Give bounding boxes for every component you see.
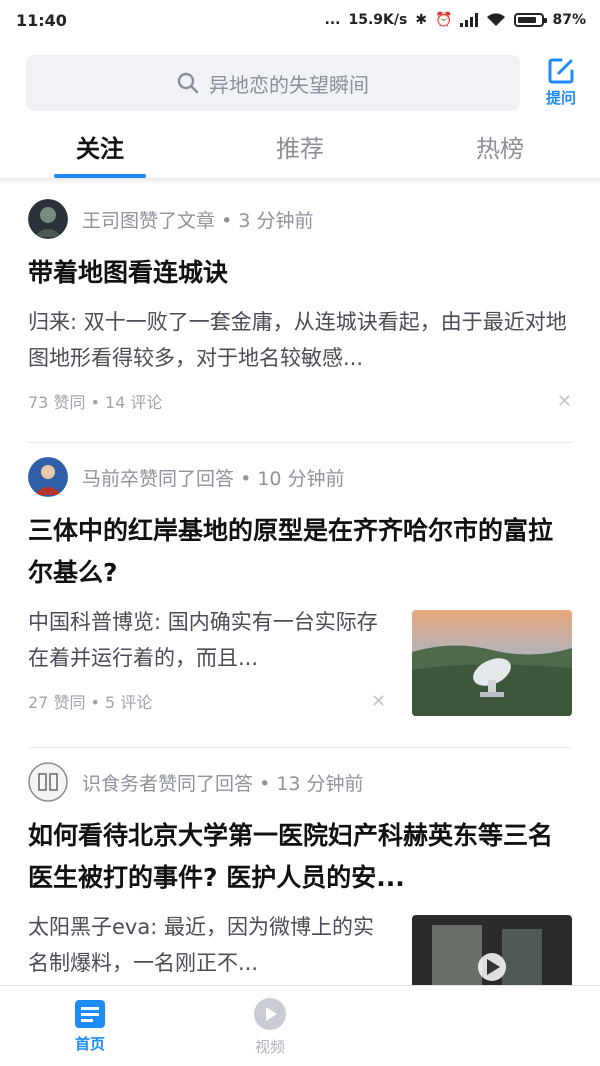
thumbnail-radio-telescope[interactable] <box>412 610 572 716</box>
tab-hot-list[interactable]: 热榜 <box>400 120 600 178</box>
nav-home[interactable]: 首页 <box>0 986 180 1066</box>
feed-card[interactable]: 王司图赞了文章 • 3 分钟前 带着地图看连城诀 归来: 双十一败了一套金庸，从… <box>0 184 600 442</box>
play-icon <box>254 997 286 1030</box>
card-body: 中国科普博览: 国内确实有一台实际存在着并运行着的，而且... 27 赞同 • … <box>28 594 572 726</box>
search-placeholder: 异地恋的失望瞬间 <box>209 72 369 97</box>
ask-label: 提问 <box>545 89 576 107</box>
search-bar[interactable]: 异地恋的失望瞬间 <box>26 55 520 111</box>
status-dots: ... <box>324 12 341 28</box>
avatar[interactable] <box>28 199 68 239</box>
feed-tabs: 关注 推荐 热榜 <box>0 120 600 178</box>
stats-text: 73 赞同 • 14 评论 <box>28 393 163 412</box>
tab-recommended[interactable]: 推荐 <box>200 120 400 178</box>
card-meta: 王司图赞了文章 • 3 分钟前 <box>28 184 572 254</box>
search-icon <box>177 72 199 94</box>
card-meta: 马前卒赞同了回答 • 10 分钟前 <box>28 442 572 512</box>
edit-icon <box>548 58 574 84</box>
card-stats: 27 赞同 • 5 评论 ✕ <box>28 676 386 726</box>
card-text: 太阳黑子eva: 最近，因为微博上的实名制爆料，一名刚正不... <box>28 899 386 981</box>
activity-text: 识食务者赞同了回答 • 13 分钟前 <box>82 772 364 795</box>
card-title[interactable]: 带着地图看连城诀 <box>28 252 572 294</box>
signal-icon <box>460 13 479 27</box>
card-excerpt[interactable]: 中国科普博览: 国内确实有一台实际存在着并运行着的，而且... <box>28 604 386 676</box>
nav-home-label: 首页 <box>74 1034 105 1053</box>
status-time: 11:40 <box>16 10 67 30</box>
tab-following[interactable]: 关注 <box>0 120 200 178</box>
nav-video[interactable]: 视频 <box>180 986 360 1066</box>
activity-text: 王司图赞了文章 • 3 分钟前 <box>82 209 314 232</box>
card-meta: 识食务者赞同了回答 • 13 分钟前 <box>28 747 572 817</box>
status-icons: ... 15.9K/s ✱ ⏰ 87% <box>325 12 587 28</box>
avatar[interactable] <box>28 762 68 802</box>
home-feed-icon <box>75 999 105 1028</box>
card-excerpt[interactable]: 归来: 双十一败了一套金庸，从连城诀看起，由于最近对地图地形看得较多，对于地名较… <box>28 304 572 376</box>
close-icon[interactable]: ✕ <box>371 691 386 712</box>
wifi-icon <box>487 13 506 26</box>
bottom-nav: 首页 视频 <box>0 985 600 1066</box>
feed-card[interactable]: 识食务者赞同了回答 • 13 分钟前 如何看待北京大学第一医院妇产科赫英东等三名… <box>0 747 600 1021</box>
card-title[interactable]: 如何看待北京大学第一医院妇产科赫英东等三名医生被打的事件? 医护人员的安... <box>28 815 572 899</box>
card-title[interactable]: 三体中的红岸基地的原型是在齐齐哈尔市的富拉尔基么? <box>28 510 572 594</box>
status-bar: 11:40 ... 15.9K/s ✱ ⏰ 87% <box>0 0 600 40</box>
bluetooth-icon: ✱ <box>415 12 428 28</box>
avatar[interactable] <box>28 457 68 497</box>
network-speed: 15.9K/s <box>348 12 408 28</box>
battery-percent: 87% <box>552 12 586 28</box>
feed-list: 王司图赞了文章 • 3 分钟前 带着地图看连城诀 归来: 双十一败了一套金庸，从… <box>0 184 600 1021</box>
card-stats: 73 赞同 • 14 评论 ✕ <box>28 376 572 426</box>
activity-text: 马前卒赞同了回答 • 10 分钟前 <box>82 467 345 490</box>
battery-icon <box>514 13 548 27</box>
ask-question-button[interactable]: 提问 <box>538 55 584 115</box>
close-icon[interactable]: ✕ <box>557 391 572 412</box>
nav-video-label: 视频 <box>254 1037 285 1056</box>
card-text: 中国科普博览: 国内确实有一台实际存在着并运行着的，而且... 27 赞同 • … <box>28 594 386 726</box>
stats-text: 27 赞同 • 5 评论 <box>28 693 153 712</box>
card-excerpt[interactable]: 太阳黑子eva: 最近，因为微博上的实名制爆料，一名刚正不... <box>28 909 386 981</box>
feed-card[interactable]: 马前卒赞同了回答 • 10 分钟前 三体中的红岸基地的原型是在齐齐哈尔市的富拉尔… <box>0 442 600 747</box>
alarm-icon: ⏰ <box>435 12 453 28</box>
